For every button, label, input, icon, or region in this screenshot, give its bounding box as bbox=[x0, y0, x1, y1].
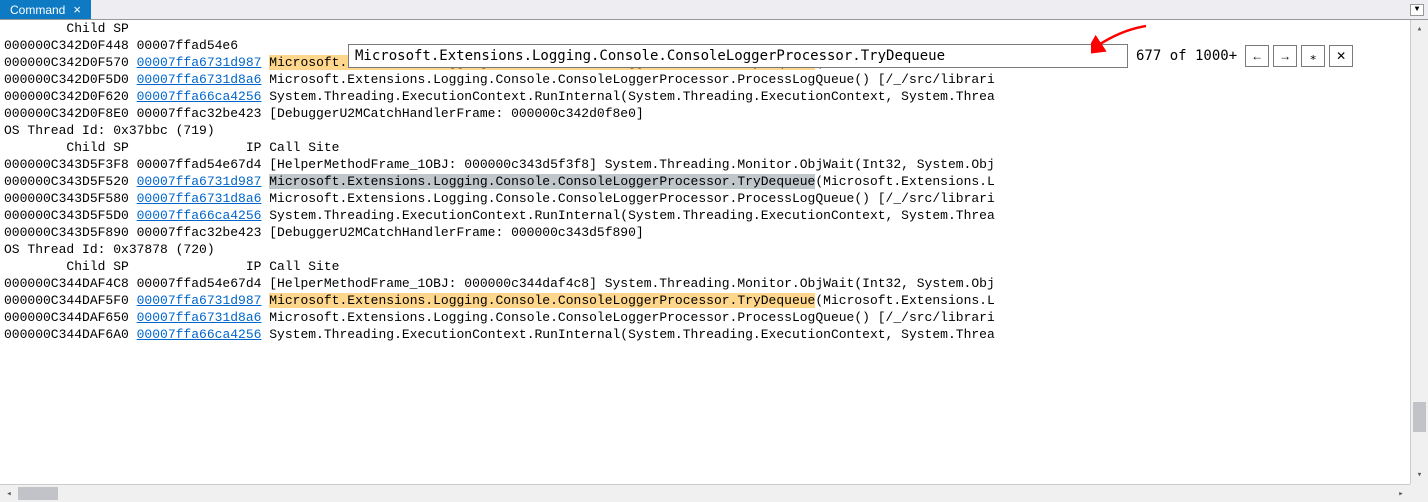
text: 000000C342D0F620 bbox=[4, 89, 137, 104]
text: System.Threading.ExecutionContext.RunInt… bbox=[261, 89, 994, 104]
text: 000000C342D0F8E0 00007ffac32be423 [Debug… bbox=[4, 106, 644, 121]
content-wrapper: 677 of 1000+ ← → ⁎ ✕ Child SP 000000C342D… bbox=[0, 20, 1428, 502]
text: Child SP IP Call Site bbox=[4, 140, 339, 155]
text: Microsoft.Extensions.Logging.Console.Con… bbox=[261, 191, 994, 206]
search-result-count: 677 of 1000+ bbox=[1132, 48, 1241, 64]
search-match: Microsoft.Extensions.Logging.Console.Con… bbox=[269, 293, 815, 308]
output-line: 000000C343D5F3F8 00007ffad54e67d4 [Helpe… bbox=[4, 156, 1406, 173]
address-link[interactable]: 00007ffa66ca4256 bbox=[137, 208, 262, 223]
caret-right-icon: ▸ bbox=[1398, 489, 1403, 499]
caret-left-icon: ◂ bbox=[6, 489, 11, 499]
text: Child SP bbox=[4, 21, 129, 36]
text: 000000C343D5F890 00007ffac32be423 [Debug… bbox=[4, 225, 644, 240]
chevron-down-icon: ▼ bbox=[1415, 6, 1420, 14]
text: 000000C343D5F3F8 00007ffad54e67d4 [Helpe… bbox=[4, 157, 995, 172]
search-input[interactable] bbox=[348, 44, 1128, 68]
address-link[interactable]: 00007ffa6731d8a6 bbox=[137, 191, 262, 206]
output-line: 000000C342D0F620 00007ffa66ca4256 System… bbox=[4, 88, 1406, 105]
address-link[interactable]: 00007ffa6731d8a6 bbox=[137, 72, 262, 87]
scroll-track[interactable] bbox=[1411, 38, 1428, 466]
text: 000000C344DAF4C8 00007ffad54e67d4 [Helpe… bbox=[4, 276, 995, 291]
text: 000000C344DAF650 bbox=[4, 310, 137, 325]
text: 000000C342D0F570 bbox=[4, 55, 137, 70]
address-link[interactable]: 00007ffa6731d987 bbox=[137, 55, 262, 70]
search-match: Microsoft.Extensions.Logging.Console.Con… bbox=[269, 174, 815, 189]
close-icon: ✕ bbox=[1336, 50, 1346, 62]
search-bar: 677 of 1000+ ← → ⁎ ✕ bbox=[348, 44, 1353, 68]
output-line: 000000C343D5F580 00007ffa6731d8a6 Micros… bbox=[4, 190, 1406, 207]
command-output[interactable]: Child SP 000000C342D0F448 00007ffad54e6 00… bbox=[0, 20, 1410, 484]
scroll-right-button[interactable]: ▸ bbox=[1392, 485, 1410, 502]
search-prev-button[interactable]: ← bbox=[1245, 45, 1269, 67]
scroll-down-button[interactable]: ▾ bbox=[1411, 466, 1428, 484]
scroll-thumb[interactable] bbox=[18, 487, 58, 500]
output-line: Child SP IP Call Site bbox=[4, 258, 1406, 275]
address-link[interactable]: 00007ffa66ca4256 bbox=[137, 327, 262, 342]
text: 000000C342D0F5D0 bbox=[4, 72, 137, 87]
search-close-button[interactable]: ✕ bbox=[1329, 45, 1353, 67]
arrow-left-icon: ← bbox=[1251, 50, 1263, 62]
close-icon[interactable]: × bbox=[73, 3, 81, 16]
text: (Microsoft.Extensions.L bbox=[815, 174, 994, 189]
text: Microsoft.Extensions.Logging.Console.Con… bbox=[261, 310, 994, 325]
output-line: 000000C344DAF650 00007ffa6731d8a6 Micros… bbox=[4, 309, 1406, 326]
scroll-track[interactable] bbox=[18, 485, 1392, 502]
output-line: Child SP bbox=[4, 20, 1406, 37]
output-line: 000000C344DAF6A0 00007ffa66ca4256 System… bbox=[4, 326, 1406, 343]
vertical-scrollbar[interactable]: ▴ ▾ bbox=[1410, 20, 1428, 484]
scroll-up-button[interactable]: ▴ bbox=[1411, 20, 1428, 38]
text: 000000C344DAF5F0 bbox=[4, 293, 137, 308]
text: System.Threading.ExecutionContext.RunInt… bbox=[261, 208, 994, 223]
text: Child SP IP Call Site bbox=[4, 259, 339, 274]
tab-bar: Command × ▼ bbox=[0, 0, 1428, 20]
caret-down-icon: ▾ bbox=[1417, 470, 1422, 480]
text: 000000C343D5F5D0 bbox=[4, 208, 137, 223]
text: OS Thread Id: 0x37bbc (719) bbox=[4, 123, 215, 138]
address-link[interactable]: 00007ffa66ca4256 bbox=[137, 89, 262, 104]
address-link[interactable]: 00007ffa6731d8a6 bbox=[137, 310, 262, 325]
tab-label: Command bbox=[10, 3, 65, 17]
text: Microsoft.Extensions.Logging.Console.Con… bbox=[261, 72, 994, 87]
text: 000000C343D5F520 bbox=[4, 174, 137, 189]
text: 000000C342D0F448 00007ffad54e6 bbox=[4, 38, 238, 53]
command-tab[interactable]: Command × bbox=[0, 0, 91, 19]
dropdown-button[interactable]: ▼ bbox=[1410, 4, 1424, 16]
text: 000000C344DAF6A0 bbox=[4, 327, 137, 342]
output-line: OS Thread Id: 0x37878 (720) bbox=[4, 241, 1406, 258]
text: (Microsoft.Extensions.L bbox=[815, 293, 994, 308]
options-icon: ⁎ bbox=[1310, 50, 1316, 62]
output-line: 000000C343D5F890 00007ffac32be423 [Debug… bbox=[4, 224, 1406, 241]
output-line: 000000C344DAF5F0 00007ffa6731d987 Micros… bbox=[4, 292, 1406, 309]
address-link[interactable]: 00007ffa6731d987 bbox=[137, 293, 262, 308]
output-line: 000000C342D0F8E0 00007ffac32be423 [Debug… bbox=[4, 105, 1406, 122]
caret-up-icon: ▴ bbox=[1417, 24, 1422, 34]
search-options-button[interactable]: ⁎ bbox=[1301, 45, 1325, 67]
text: 000000C343D5F580 bbox=[4, 191, 137, 206]
scroll-corner bbox=[1410, 484, 1428, 502]
search-next-button[interactable]: → bbox=[1273, 45, 1297, 67]
arrow-right-icon: → bbox=[1279, 50, 1291, 62]
output-line: OS Thread Id: 0x37bbc (719) bbox=[4, 122, 1406, 139]
text: OS Thread Id: 0x37878 (720) bbox=[4, 242, 215, 257]
text: System.Threading.ExecutionContext.RunInt… bbox=[261, 327, 994, 342]
output-line: 000000C343D5F5D0 00007ffa66ca4256 System… bbox=[4, 207, 1406, 224]
output-line: 000000C342D0F5D0 00007ffa6731d8a6 Micros… bbox=[4, 71, 1406, 88]
address-link[interactable]: 00007ffa6731d987 bbox=[137, 174, 262, 189]
output-line: 000000C343D5F520 00007ffa6731d987 Micros… bbox=[4, 173, 1406, 190]
scroll-thumb[interactable] bbox=[1413, 402, 1426, 432]
output-line: 000000C344DAF4C8 00007ffad54e67d4 [Helpe… bbox=[4, 275, 1406, 292]
output-line: Child SP IP Call Site bbox=[4, 139, 1406, 156]
horizontal-scrollbar[interactable]: ◂ ▸ bbox=[0, 484, 1410, 502]
scroll-left-button[interactable]: ◂ bbox=[0, 485, 18, 502]
